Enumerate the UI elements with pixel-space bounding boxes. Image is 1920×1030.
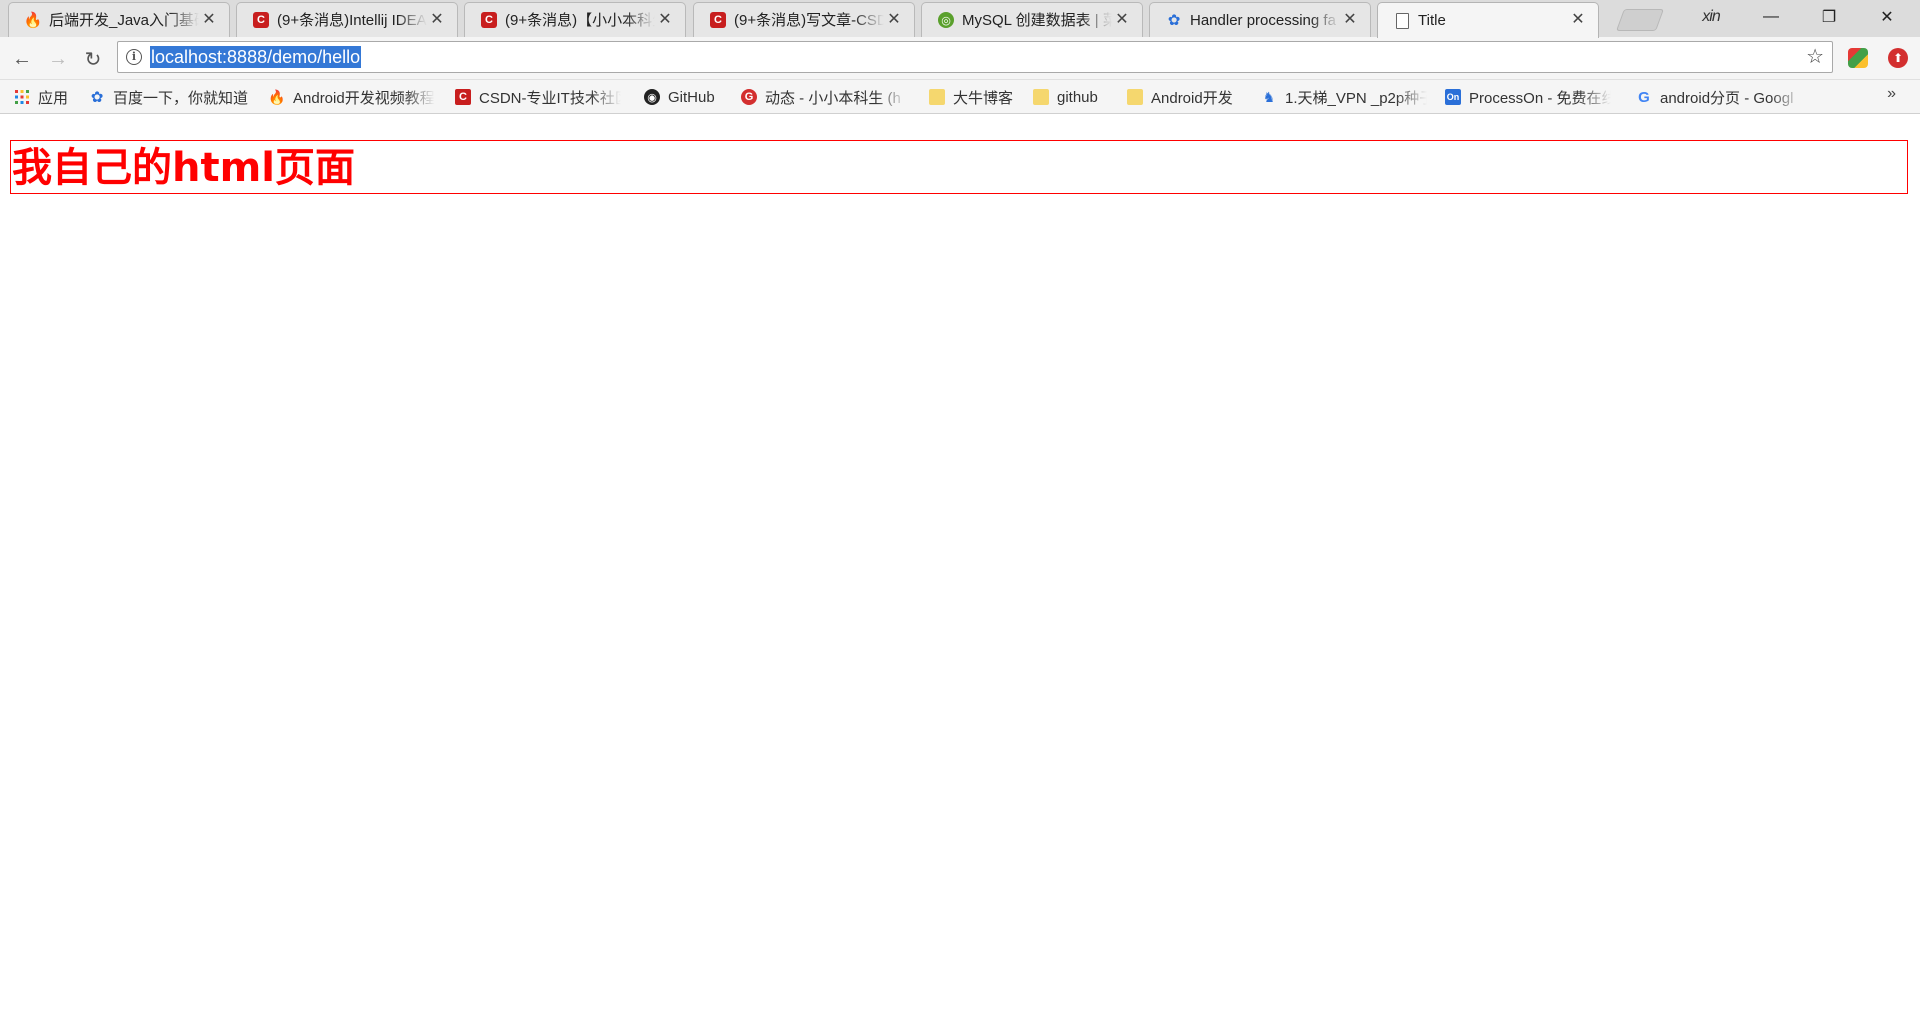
bookmark-baidu[interactable]: ✿ 百度一下，你就知道 (89, 86, 248, 108)
processon-icon: On (1445, 89, 1461, 105)
bookmark-github-folder[interactable]: github (1033, 86, 1098, 108)
tab-handler-processing[interactable]: ✿ Handler processing fa ✕ (1149, 2, 1371, 37)
restore-button[interactable]: ❐ (1800, 0, 1858, 34)
extension-red-icon[interactable]: ⬆ (1888, 48, 1908, 68)
browser-toolbar: ← → ↻ i localhost:8888/demo/hello ☆ ⬆ (0, 37, 1920, 80)
github-icon: ◉ (644, 89, 660, 105)
bookmarks-bar: 应用 ✿ 百度一下，你就知道 🔥 Android开发视频教程 C CSDN-专业… (0, 80, 1920, 114)
reload-button[interactable]: ↻ (80, 46, 106, 72)
bookmark-apps[interactable]: 应用 (14, 86, 68, 108)
paw-icon: ✿ (90, 89, 104, 106)
bookmark-daniu-blog[interactable]: 大牛博客 (929, 86, 1013, 108)
folder-icon (1033, 89, 1049, 105)
bookmark-label: android分页 - Googl (1660, 89, 1794, 107)
google-icon: G (1638, 88, 1650, 106)
bookmark-android-dev[interactable]: Android开发 (1127, 86, 1233, 108)
folder-icon (929, 89, 945, 105)
tab-title: (9+条消息)【小小本科生 (505, 12, 655, 29)
csdn-icon: C (481, 12, 497, 28)
tab-strip: 🔥 后端开发_Java入门基础 ✕ C (9+条消息)Intellij IDEA… (0, 0, 1920, 38)
bookmark-label: GitHub (668, 88, 715, 106)
bookmark-android-paging[interactable]: G android分页 - Googl (1636, 86, 1802, 108)
tab-close-icon[interactable]: ✕ (657, 11, 673, 29)
apps-grid-icon (14, 89, 30, 105)
bookmark-dongtai[interactable]: G 动态 - 小小本科生 (h (741, 86, 907, 108)
bookmark-label: 应用 (38, 89, 69, 107)
flame-icon: 🔥 (23, 12, 43, 29)
forward-button[interactable]: → (45, 46, 71, 72)
tab-title: (9+条消息)Intellij IDEA (277, 12, 427, 29)
bookmark-label: 1.天梯_VPN _p2p种子 (1285, 89, 1427, 107)
bookmark-label: Android开发 (1151, 89, 1233, 107)
tab-close-icon[interactable]: ✕ (429, 11, 445, 29)
tab-title: MySQL 创建数据表 | 菜鸟 (962, 12, 1112, 29)
bookmark-label: 百度一下，你就知道 (113, 89, 249, 107)
g-red-icon: G (741, 89, 757, 105)
tab-mysql-create-table[interactable]: ◎ MySQL 创建数据表 | 菜鸟 ✕ (921, 2, 1143, 37)
csdn-icon: C (710, 12, 726, 28)
minimize-button[interactable]: — (1742, 0, 1800, 34)
bookmark-label: github (1057, 88, 1098, 106)
page-heading: 我自己的html页面 (10, 140, 1908, 194)
flame-icon: 🔥 (268, 88, 286, 105)
bookmark-tianti-vpn[interactable]: ♞ 1.天梯_VPN _p2p种子 (1261, 86, 1427, 108)
tab-close-icon[interactable]: ✕ (1342, 11, 1358, 29)
tab-java-basics[interactable]: 🔥 后端开发_Java入门基础 ✕ (8, 2, 230, 37)
bookmark-label: 动态 - 小小本科生 (h (765, 89, 901, 107)
extension-colorful-icon[interactable] (1848, 48, 1868, 68)
tab-close-icon[interactable]: ✕ (886, 11, 902, 29)
bookmark-label: 大牛博客 (953, 89, 1014, 107)
bookmarks-overflow-icon[interactable]: » (1887, 85, 1896, 103)
address-bar[interactable]: i localhost:8888/demo/hello ☆ (117, 41, 1833, 73)
page-icon (1396, 13, 1409, 29)
tab-title: (9+条消息)写文章-CSDN (734, 12, 884, 29)
close-window-button[interactable]: ✕ (1858, 0, 1916, 34)
page-content: 我自己的html页面 (0, 114, 1920, 1030)
bookmark-csdn[interactable]: C CSDN-专业IT技术社区 (455, 86, 621, 108)
bookmark-android-video[interactable]: 🔥 Android开发视频教程 (268, 86, 435, 108)
bookmark-label: ProcessOn - 免费在线 (1469, 89, 1611, 107)
ladder-icon: ♞ (1262, 88, 1276, 105)
tab-close-icon[interactable]: ✕ (1570, 11, 1586, 29)
csdn-icon: C (455, 89, 471, 105)
url-text[interactable]: localhost:8888/demo/hello (150, 46, 362, 68)
new-tab-button[interactable] (1615, 9, 1665, 31)
tab-title: Handler processing fa (1190, 12, 1336, 29)
tab-title: 后端开发_Java入门基础 (49, 12, 199, 29)
tab-title-active[interactable]: Title ✕ (1377, 2, 1599, 38)
bookmark-star-icon[interactable]: ☆ (1806, 46, 1824, 68)
tab-xiaoxiao-benkesheng[interactable]: C (9+条消息)【小小本科生 ✕ (464, 2, 686, 37)
tab-intellij-idea[interactable]: C (9+条消息)Intellij IDEA ✕ (236, 2, 458, 37)
info-icon[interactable]: i (126, 49, 142, 65)
tab-title: Title (1418, 12, 1446, 29)
paw-icon: ✿ (1167, 12, 1181, 29)
bookmark-github[interactable]: ◉ GitHub (644, 86, 715, 108)
bookmark-processon[interactable]: On ProcessOn - 免费在线 (1445, 86, 1611, 108)
back-button[interactable]: ← (9, 46, 35, 72)
runoob-icon: ◎ (938, 12, 954, 28)
tab-close-icon[interactable]: ✕ (1114, 11, 1130, 29)
profile-button[interactable]: xin (1694, 7, 1728, 27)
folder-icon (1127, 89, 1143, 105)
tab-close-icon[interactable]: ✕ (201, 11, 217, 29)
csdn-icon: C (253, 12, 269, 28)
bookmark-label: CSDN-专业IT技术社区 (479, 89, 621, 107)
bookmark-label: Android开发视频教程 (293, 89, 435, 107)
tab-write-article-csdn[interactable]: C (9+条消息)写文章-CSDN ✕ (693, 2, 915, 37)
